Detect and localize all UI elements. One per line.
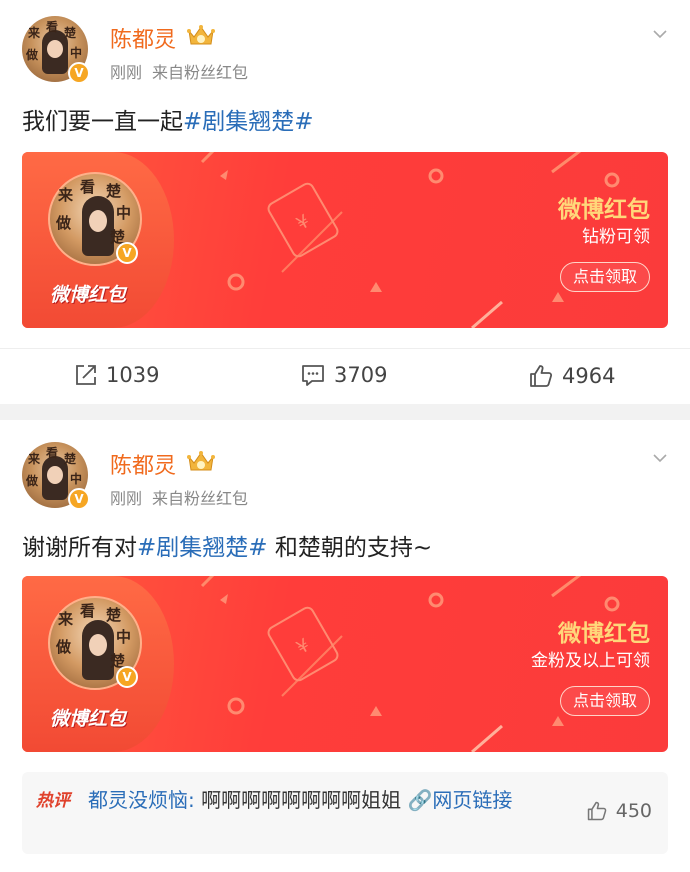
hot-comment-badge: 热评 [36, 791, 70, 811]
packet-title: 微博红包 [558, 197, 650, 223]
like-button[interactable]: 4964 [528, 363, 615, 389]
like-count: 4964 [562, 364, 616, 388]
comment-text: 啊啊啊啊啊啊啊啊姐姐 [194, 788, 408, 812]
packet-label: 微博红包 [50, 284, 127, 306]
repost-icon [76, 365, 96, 385]
post-meta: 刚刚 来自粉丝红包 [110, 485, 258, 509]
packet-label: 微博红包 [50, 708, 127, 730]
packet-eligibility: 钻粉可领 [582, 227, 650, 247]
action-bar: 1039 3709 4964 [0, 348, 690, 404]
packet-title: 微博红包 [558, 621, 650, 647]
claim-button[interactable]: 点击领取 [559, 686, 650, 716]
repost-button[interactable]: 1039 [74, 363, 159, 387]
post-text: 我们要一直一起#剧集翘楚# [22, 109, 314, 135]
thumbs-up-icon [530, 365, 553, 387]
chevron-down-icon[interactable] [652, 26, 668, 42]
red-packet-card[interactable]: ¥ 来 看 楚 中 做 楚 V 微博红包 微博红包 金粉及以上可领 点击领取 [22, 576, 668, 752]
topic-link[interactable]: #剧集翘楚# [137, 535, 268, 561]
verified-badge-icon: V [116, 666, 138, 688]
crown-icon [187, 25, 215, 45]
hot-comment-body: 都灵没烦恼: 啊啊啊啊啊啊啊啊姐姐 🔗网页链接 [88, 784, 568, 817]
post-text: 谢谢所有对#剧集翘楚# 和楚朝的支持~ [22, 535, 433, 561]
post-time: 刚刚 [110, 63, 143, 82]
comment-button[interactable]: 3709 [300, 363, 387, 387]
repost-count: 1039 [106, 363, 160, 387]
comment-author[interactable]: 都灵没烦恼: [88, 788, 195, 812]
weibo-post: 来 看 楚 中 做 V 陈都灵 刚刚 来自粉丝红包 我们要一直一起#剧集翘楚# ¥ [0, 0, 690, 404]
red-packet-card[interactable]: ¥ 来 看 楚 中 做 楚 V 微博红包 微博红包 钻粉可领 点击领取 [22, 152, 668, 328]
chevron-down-icon[interactable] [652, 450, 668, 466]
crown-icon [187, 451, 215, 471]
web-link[interactable]: 🔗网页链接 [407, 788, 512, 812]
user-avatar[interactable]: 来 看 楚 中 做 V [22, 442, 90, 510]
svg-text:¥: ¥ [293, 211, 313, 235]
post-separator [0, 404, 690, 420]
post-source: 来自粉丝红包 [152, 63, 249, 82]
verified-badge-icon: V [68, 62, 90, 84]
username[interactable]: 陈都灵 [110, 22, 176, 54]
comment-icon [302, 365, 324, 386]
comment-count: 3709 [334, 363, 388, 387]
thumbs-up-icon [587, 801, 607, 821]
hot-comment[interactable]: 热评 都灵没烦恼: 啊啊啊啊啊啊啊啊姐姐 🔗网页链接 450 [22, 772, 668, 854]
post-meta: 刚刚 来自粉丝红包 [110, 59, 258, 83]
verified-badge-icon: V [116, 242, 138, 264]
svg-text:¥: ¥ [293, 635, 313, 659]
verified-badge-icon: V [68, 488, 90, 510]
post-source: 来自粉丝红包 [152, 489, 249, 508]
comment-like-button[interactable]: 450 [586, 800, 652, 822]
topic-link[interactable]: #剧集翘楚# [183, 109, 314, 135]
claim-button[interactable]: 点击领取 [559, 262, 650, 292]
user-avatar[interactable]: 来 看 楚 中 做 V [22, 16, 90, 84]
username[interactable]: 陈都灵 [110, 448, 176, 480]
comment-like-count: 450 [615, 800, 652, 822]
post-time: 刚刚 [110, 489, 143, 508]
packet-eligibility: 金粉及以上可领 [531, 651, 650, 671]
